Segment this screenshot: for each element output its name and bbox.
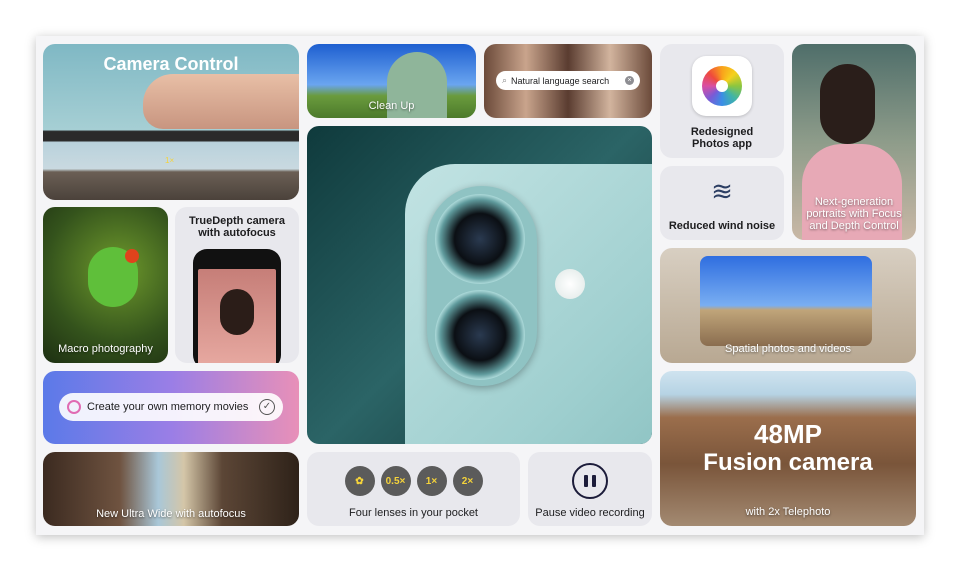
clear-icon[interactable]: ×: [625, 76, 634, 85]
lens-1x-button[interactable]: 1×: [416, 466, 447, 496]
finger: [143, 74, 299, 129]
lens-top: [435, 194, 525, 284]
truedepth-caption: TrueDepth camera with autofocus: [189, 215, 285, 239]
photos-app-caption: Redesigned Photos app: [690, 126, 754, 150]
lenses-caption: Four lenses in your pocket: [348, 507, 478, 519]
flash: [555, 269, 585, 299]
tile-spatial: Spatial photos and videos: [660, 248, 916, 363]
lens-0.5x-button[interactable]: 0.5×: [380, 466, 411, 496]
fusion-title-2: Fusion camera: [703, 449, 873, 476]
tile-portraits: Next-generation portraits with Focus and…: [792, 44, 916, 240]
tile-pause: Pause video recording: [528, 452, 652, 526]
tile-phone-hero: [307, 126, 652, 444]
macro-caption: Macro photography: [58, 343, 153, 355]
camera-control-title: Camera Control: [103, 54, 239, 74]
clean-up-caption: Clean Up: [368, 100, 415, 112]
tile-fusion: 48MP Fusion camera with 2x Telephoto: [660, 371, 916, 526]
fusion-title-1: 48MP: [754, 419, 822, 449]
tile-ultrawide: New Ultra Wide with autofocus: [43, 452, 299, 526]
search-input[interactable]: ⌕ Natural language search ×: [496, 71, 640, 90]
tile-lenses: ✿ 0.5× 1× 2× Four lenses in your pocket: [307, 452, 520, 526]
zoom-label: 1×: [165, 156, 175, 165]
search-query: Natural language search: [511, 75, 610, 86]
tile-truedepth: TrueDepth camera with autofocus: [175, 207, 299, 363]
lens-options: ✿ 0.5× 1× 2×: [307, 466, 520, 496]
checkmark-icon[interactable]: ✓: [259, 399, 275, 415]
portraits-caption: Next-generation portraits with Focus and…: [806, 196, 902, 232]
spatial-caption: Spatial photos and videos: [725, 343, 851, 355]
ultrawide-caption: New Ultra Wide with autofocus: [96, 508, 246, 520]
tile-wind-noise: ≋ Reduced wind noise: [660, 166, 784, 240]
tile-camera-control: Camera Control 1×: [43, 44, 299, 200]
search-icon: ⌕: [502, 75, 508, 85]
memory-input[interactable]: Create your own memory movies ✓: [59, 393, 283, 421]
tile-photos-app: Redesigned Photos app: [660, 44, 784, 158]
lens-bottom: [435, 290, 525, 380]
pause-button[interactable]: [572, 463, 608, 499]
apple-intelligence-icon: [67, 400, 81, 414]
portrait-face: [820, 64, 875, 144]
frog-eye: [125, 249, 139, 263]
wind-icon: ≋: [711, 176, 733, 206]
wind-noise-caption: Reduced wind noise: [668, 220, 776, 232]
phone-frame: [193, 249, 281, 363]
tile-clean-up: Clean Up: [307, 44, 476, 118]
photos-flower-icon: [692, 56, 752, 116]
flower-icon: ✿: [355, 475, 364, 487]
pause-icon: [584, 475, 588, 487]
tile-search: ⌕ Natural language search ×: [484, 44, 652, 118]
memory-input-text: Create your own memory movies: [87, 401, 249, 413]
tile-memory: Create your own memory movies ✓: [43, 371, 299, 444]
lens-2x-button[interactable]: 2×: [452, 466, 483, 496]
fusion-caption: with 2x Telephoto: [745, 506, 831, 518]
spatial-window: [700, 256, 872, 346]
pause-caption: Pause video recording: [535, 507, 645, 519]
tile-macro: Macro photography: [43, 207, 168, 363]
macro-lens-button[interactable]: ✿: [344, 466, 375, 496]
